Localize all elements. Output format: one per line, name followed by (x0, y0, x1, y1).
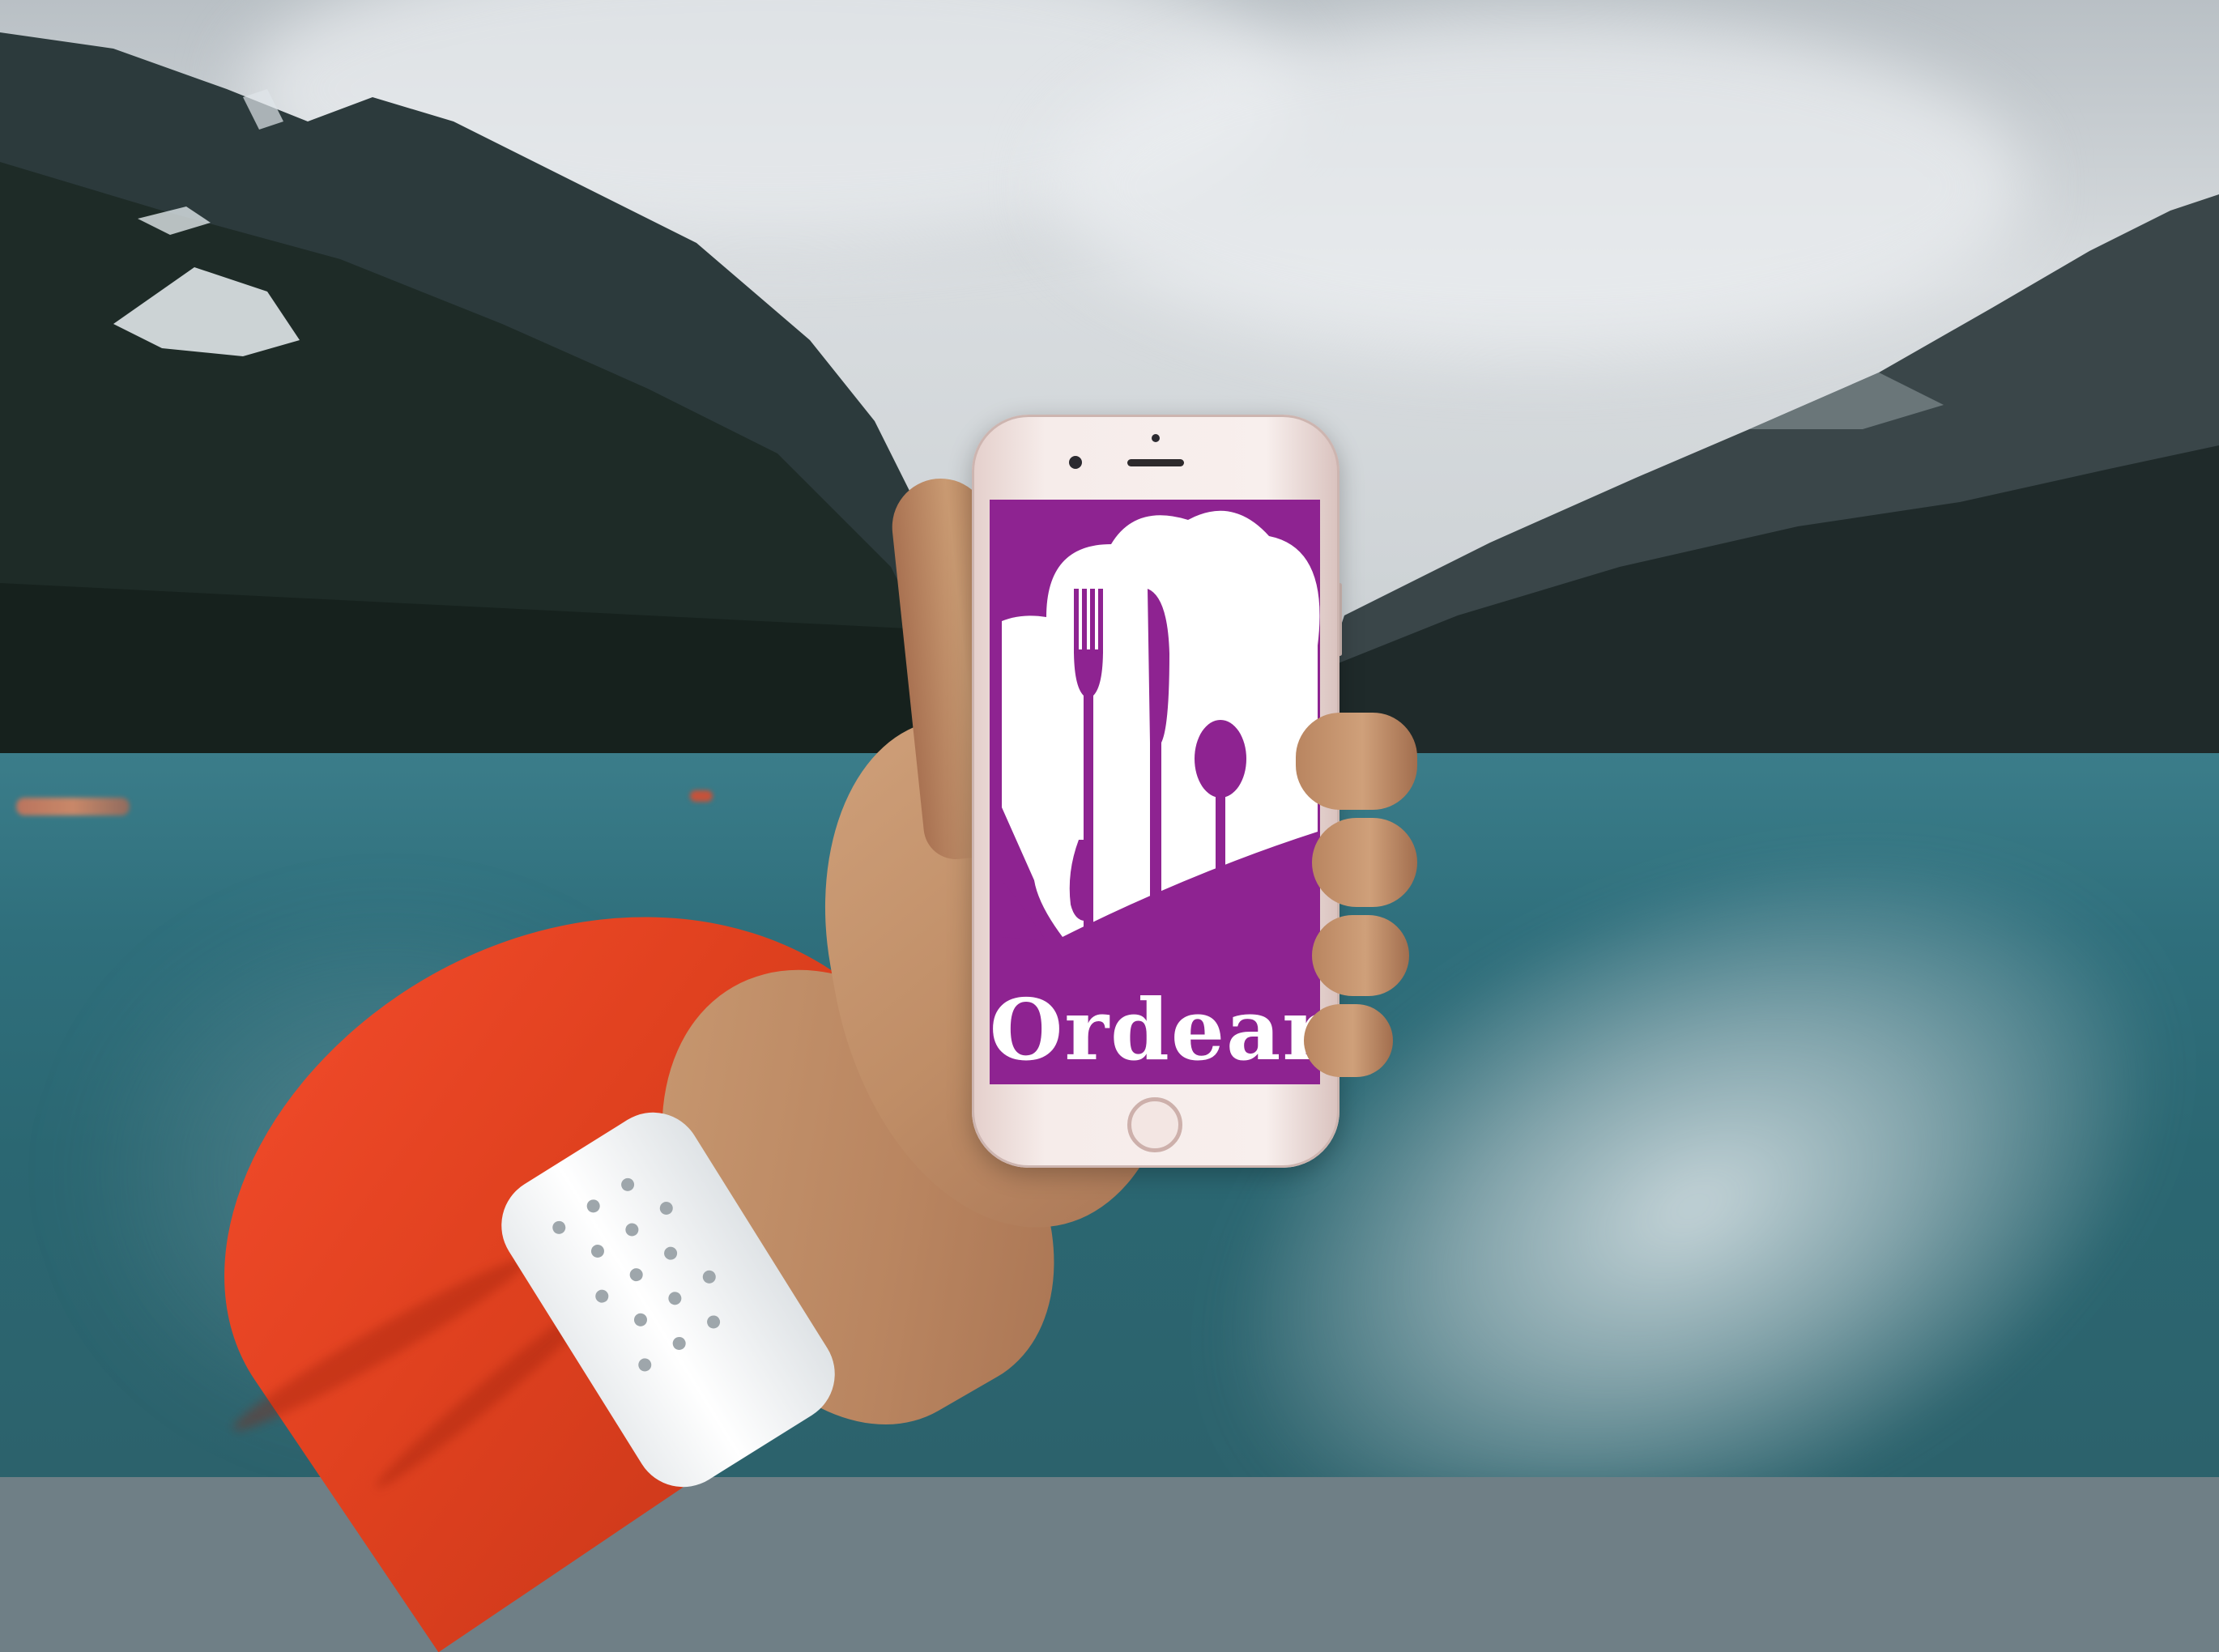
watch-band-hole (623, 1220, 641, 1239)
app-splash-screen[interactable]: Ordear (990, 500, 1320, 1084)
watch-band-hole (670, 1334, 688, 1352)
watch-band-hole (584, 1197, 603, 1216)
front-camera (1069, 456, 1082, 469)
right-mountain (1296, 162, 2219, 777)
watch-band-hole (666, 1289, 684, 1308)
ring-finger (1312, 915, 1409, 996)
kayaks (16, 798, 130, 815)
watch-band-hole (619, 1175, 637, 1194)
phone: Ordear (972, 415, 1339, 1168)
app-name-wordmark: Ordear (990, 980, 1320, 1079)
home-button[interactable] (1127, 1097, 1182, 1152)
middle-finger (1312, 818, 1417, 907)
watch-band-hole (662, 1244, 680, 1262)
watch-band-hole (705, 1313, 723, 1331)
proximity-sensor (1152, 434, 1160, 442)
earpiece-speaker (1127, 459, 1184, 466)
watch-band-hole (657, 1199, 675, 1218)
index-finger (1296, 713, 1417, 810)
watch-band-hole (631, 1310, 650, 1329)
watch-band-hole (550, 1218, 569, 1237)
watch-band-hole (636, 1356, 654, 1374)
kayak (690, 790, 713, 802)
little-finger (1304, 1004, 1393, 1077)
watch-band-hole (593, 1287, 611, 1305)
watch-band-hole (700, 1267, 718, 1286)
watch-band-hole (627, 1266, 645, 1284)
watch-band-hole (588, 1241, 607, 1261)
left-mountain (0, 0, 1053, 810)
